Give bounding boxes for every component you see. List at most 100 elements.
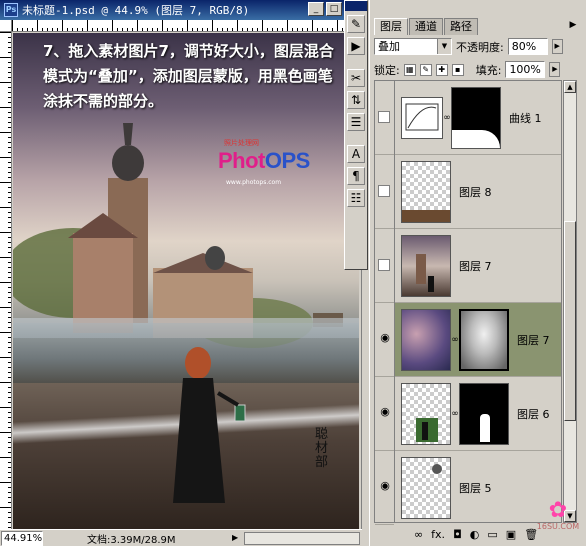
- character-tool-icon[interactable]: A: [347, 145, 365, 163]
- layers-tool-icon[interactable]: ☰: [347, 113, 365, 131]
- crop-tool-icon[interactable]: ✂: [347, 69, 365, 87]
- logo-subtitle: 照片处理网: [224, 139, 259, 147]
- blend-mode-select[interactable]: 叠加 ▼: [374, 38, 452, 55]
- document-statusbar: 44.91% 文档:3.39M/28.9M ▶: [0, 529, 362, 546]
- layer-mask-thumbnail[interactable]: [459, 308, 509, 371]
- fill-label: 填充:: [475, 63, 502, 77]
- horizontal-scrollbar[interactable]: [244, 532, 360, 545]
- flower-logo-icon: ✿: [548, 498, 568, 523]
- scroll-thumb[interactable]: [564, 221, 576, 421]
- zoom-field[interactable]: 44.91%: [1, 530, 43, 546]
- layer-name[interactable]: 图层 5: [459, 480, 492, 496]
- opacity-label: 不透明度:: [456, 40, 504, 54]
- opacity-field[interactable]: 80%: [507, 38, 548, 55]
- image-canvas[interactable]: 7、拖入素材图片7，调节好大小，图层混合模式为“叠加”，添加图层蒙版，用黑色画笔…: [13, 33, 359, 529]
- brush-tool-icon[interactable]: ✎: [347, 15, 365, 33]
- logo-part-1: Phot: [218, 148, 265, 173]
- layer-row[interactable]: 图层 8: [395, 155, 561, 229]
- visibility-toggle[interactable]: ◉: [375, 303, 394, 377]
- visibility-toggle[interactable]: [375, 155, 394, 229]
- layers-scrollbar[interactable]: ▲ ▼: [563, 80, 577, 523]
- eye-icon[interactable]: ◉: [378, 405, 392, 418]
- layer-thumbnail[interactable]: [401, 308, 451, 371]
- chain-link-icon[interactable]: ∞: [451, 335, 459, 345]
- status-menu-arrow-icon[interactable]: ▶: [232, 533, 242, 543]
- histogram-tool-icon[interactable]: ⇅: [347, 91, 365, 109]
- layer-name[interactable]: 图层 6: [517, 406, 550, 422]
- fx-icon[interactable]: fx.: [431, 528, 445, 541]
- eye-icon[interactable]: ◉: [378, 479, 392, 492]
- visibility-box[interactable]: [378, 185, 390, 197]
- lock-pixels-icon[interactable]: ✎: [419, 63, 432, 76]
- paragraph-tool-icon[interactable]: ¶: [347, 167, 365, 185]
- tool-palette: ✎ ▶ ✂ ⇅ ☰ A ¶ ☷: [344, 0, 368, 270]
- logo-part-2: OPS: [264, 148, 310, 173]
- ruler-ticks: [0, 32, 11, 528]
- layer-name[interactable]: 图层 7: [459, 258, 492, 274]
- lock-position-icon[interactable]: ✚: [435, 63, 448, 76]
- fill-field[interactable]: 100%: [505, 61, 546, 78]
- folder-icon[interactable]: ▭: [487, 528, 497, 541]
- ruler-corner[interactable]: [0, 20, 12, 32]
- fill-slider-arrow-icon[interactable]: ▶: [549, 62, 561, 77]
- layer-thumbnail[interactable]: [401, 456, 451, 519]
- layer-thumbnail[interactable]: [401, 382, 451, 445]
- document-size-info[interactable]: 文档:3.39M/28.9M: [87, 531, 176, 546]
- photops-logo: 照片处理网 PhotOPS www.photops.com: [218, 138, 359, 187]
- lock-transparency-icon[interactable]: ▦: [403, 63, 416, 76]
- mask-icon[interactable]: ◘: [453, 528, 462, 541]
- tab-channels[interactable]: 通道: [409, 18, 443, 35]
- lock-label: 锁定:: [374, 63, 400, 77]
- vertical-ruler[interactable]: [0, 32, 12, 529]
- new-layer-icon[interactable]: ▣: [506, 528, 516, 541]
- opacity-slider-arrow-icon[interactable]: ▶: [551, 39, 563, 54]
- chevron-down-icon[interactable]: ▼: [437, 39, 451, 54]
- layer-row[interactable]: 图层 7: [395, 229, 561, 303]
- visibility-box[interactable]: [378, 259, 390, 271]
- palette-grip[interactable]: [345, 1, 367, 11]
- layer-thumbnail[interactable]: [401, 234, 451, 297]
- chain-link-icon[interactable]: ∞: [443, 113, 451, 123]
- layer-name[interactable]: 图层 7: [517, 332, 550, 348]
- blend-row: 叠加 ▼ 不透明度: 80% ▶: [374, 38, 563, 55]
- horizontal-ruler[interactable]: [12, 20, 362, 32]
- curves-adjustment-icon: [401, 96, 443, 139]
- layer-row[interactable]: ∞ 曲线 1: [395, 81, 561, 155]
- visibility-toggle[interactable]: ◉: [375, 451, 394, 525]
- lock-row: 锁定: ▦ ✎ ✚ ▪ 填充: 100% ▶: [374, 61, 561, 78]
- adjustment-icon[interactable]: ◐: [470, 528, 480, 541]
- document-title: 未标题-1.psd @ 44.9% (图层 7, RGB/8): [22, 4, 250, 17]
- layer-mask-thumbnail[interactable]: [459, 382, 509, 445]
- photoshop-icon: Ps: [4, 3, 18, 17]
- site-watermark: ✿ 16SU.COM: [530, 498, 586, 532]
- layer-mask-thumbnail[interactable]: [451, 86, 501, 149]
- layer-thumbnail[interactable]: [401, 160, 451, 223]
- notes-tool-icon[interactable]: ☷: [347, 189, 365, 207]
- tab-paths[interactable]: 路径: [444, 18, 478, 35]
- layer-list: ∞ 曲线 1 图层 8 图层 7 ∞ 图层 7 ∞ 图层 6 图层 5: [394, 80, 562, 523]
- minimize-button[interactable]: _: [308, 2, 324, 16]
- play-tool-icon[interactable]: ▶: [347, 37, 365, 55]
- visibility-toggle[interactable]: [375, 229, 394, 303]
- maximize-button[interactable]: □: [326, 2, 342, 16]
- layer-row-selected[interactable]: ∞ 图层 7: [395, 303, 561, 377]
- tab-layers[interactable]: 图层: [374, 18, 408, 35]
- document-titlebar[interactable]: Ps 未标题-1.psd @ 44.9% (图层 7, RGB/8) _ □ ×: [0, 0, 362, 20]
- scroll-up-icon[interactable]: ▲: [564, 81, 576, 93]
- eye-icon[interactable]: ◉: [378, 331, 392, 344]
- layer-name[interactable]: 图层 8: [459, 184, 492, 200]
- visibility-column: ◉ ◉ ◉: [374, 80, 394, 525]
- visibility-box[interactable]: [378, 111, 390, 123]
- logo-url: www.photops.com: [226, 179, 282, 186]
- layer-name[interactable]: 曲线 1: [509, 110, 542, 126]
- lock-all-icon[interactable]: ▪: [451, 63, 464, 76]
- link-icon[interactable]: ∞: [414, 528, 423, 541]
- tool-separator: [345, 59, 367, 65]
- document-window: Ps 未标题-1.psd @ 44.9% (图层 7, RGB/8) _ □ ×: [0, 0, 362, 546]
- visibility-toggle[interactable]: [375, 81, 394, 155]
- layer-row[interactable]: ∞ 图层 6: [395, 377, 561, 451]
- panel-menu-icon[interactable]: ▶: [566, 20, 580, 32]
- chain-link-icon[interactable]: ∞: [451, 409, 459, 419]
- tutorial-instruction-text: 7、拖入素材图片7，调节好大小，图层混合模式为“叠加”，添加图层蒙版，用黑色画笔…: [43, 42, 334, 110]
- visibility-toggle[interactable]: ◉: [375, 377, 394, 451]
